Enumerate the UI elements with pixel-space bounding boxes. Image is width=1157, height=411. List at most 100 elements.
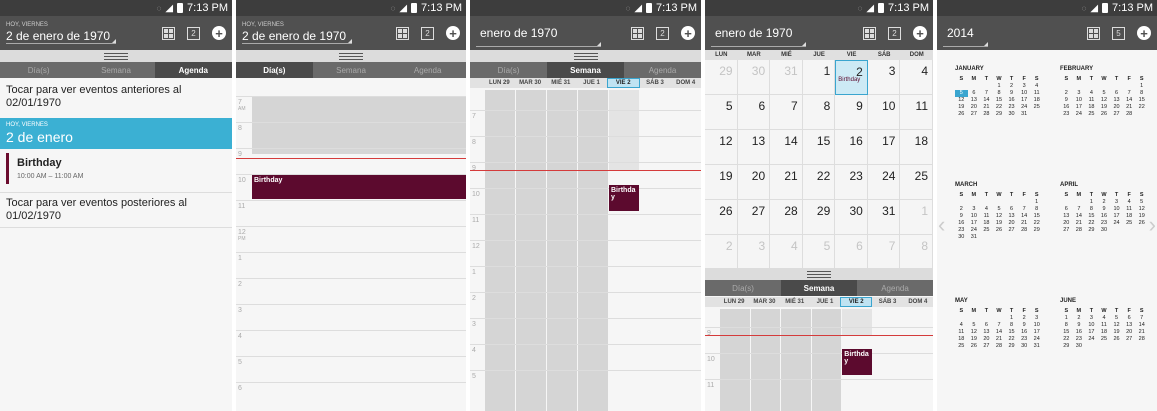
month-mini[interactable]: FEBRUARY S M T W T F S 1 2 3 4 5 6 7 8 9 10 11 12 13 14 15 16 17… bbox=[1060, 66, 1148, 118]
month-day-cell[interactable]: 1 bbox=[900, 200, 933, 235]
month-day-cell[interactable]: 31 bbox=[770, 60, 803, 95]
month-day-cell[interactable]: 14 bbox=[770, 130, 803, 165]
week-day-header[interactable]: VIE 2 bbox=[606, 78, 640, 88]
month-day-cell[interactable]: 27 bbox=[737, 200, 771, 235]
month-day-cell[interactable]: 1 bbox=[802, 60, 836, 95]
month-day-cell[interactable]: 8 bbox=[802, 95, 836, 130]
week-day-header[interactable]: SÁB 3 bbox=[872, 297, 902, 307]
month-day-cell[interactable]: 18 bbox=[900, 130, 933, 165]
month-day-cell[interactable]: 30 bbox=[835, 200, 868, 235]
add-event-icon[interactable]: + bbox=[913, 26, 927, 40]
month-day-cell[interactable]: 7 bbox=[770, 95, 803, 130]
date-selector[interactable]: HOY, VIERNES 2 de enero de 1970 bbox=[242, 22, 353, 44]
month-day-cell[interactable]: 30 bbox=[737, 60, 771, 95]
drag-handle[interactable] bbox=[705, 268, 933, 280]
week-day-header[interactable]: MAR 30 bbox=[515, 78, 546, 88]
month-day-cell[interactable]: 5 bbox=[705, 95, 738, 130]
prev-year-arrow-icon[interactable]: ‹ bbox=[938, 212, 945, 238]
month-day-cell[interactable]: 4 bbox=[900, 60, 933, 95]
week-day-header[interactable]: VIE 2 bbox=[840, 297, 873, 307]
today-icon[interactable]: 2 bbox=[888, 26, 901, 40]
today-icon[interactable]: 2 bbox=[656, 26, 669, 40]
tab-days[interactable]: Día(s) bbox=[236, 62, 313, 78]
month-day-cell[interactable]: 3 bbox=[737, 235, 771, 270]
month-day-cell[interactable]: 2 Birthday bbox=[835, 60, 868, 95]
week-day-header[interactable]: LUN 29 bbox=[484, 78, 515, 88]
add-event-icon[interactable]: + bbox=[212, 26, 226, 40]
month-day-cell[interactable]: 7 bbox=[867, 235, 901, 270]
view-grid-icon[interactable] bbox=[863, 26, 876, 40]
month-day-cell[interactable]: 4 bbox=[770, 235, 803, 270]
month-day-cell[interactable]: 31 bbox=[867, 200, 901, 235]
date-selector[interactable]: HOY, VIERNES 2 de enero de 1970 bbox=[6, 22, 117, 44]
event-block[interactable]: Birthda y bbox=[609, 185, 639, 211]
month-day-cell[interactable]: 6 bbox=[737, 95, 771, 130]
tab-agenda[interactable]: Agenda bbox=[857, 280, 933, 296]
week-timeline[interactable]: 7 8 9 10 11 12 1 2 3 4 5 Birthda y bbox=[470, 90, 701, 411]
next-year-arrow-icon[interactable]: › bbox=[1149, 212, 1156, 238]
add-event-icon[interactable]: + bbox=[681, 26, 695, 40]
month-day-cell[interactable]: 5 bbox=[802, 235, 836, 270]
date-selector[interactable]: enero de 1970 bbox=[476, 20, 602, 47]
month-day-cell[interactable]: 29 bbox=[705, 60, 738, 95]
tab-days[interactable]: Día(s) bbox=[0, 62, 77, 78]
today-icon[interactable]: 2 bbox=[187, 26, 200, 40]
event-item[interactable]: Birthday 10:00 AM – 11:00 AM bbox=[6, 153, 232, 184]
month-day-cell[interactable]: 23 bbox=[835, 165, 868, 200]
month-mini[interactable]: APRIL S M T W T F S 1 2 3 4 5 6 7 8 9 10 11 12 13 14 15 16 17 18 1… bbox=[1060, 182, 1148, 234]
add-event-icon[interactable]: + bbox=[1137, 26, 1151, 40]
month-day-cell[interactable]: 26 bbox=[705, 200, 738, 235]
week-day-header[interactable]: DOM 4 bbox=[903, 297, 933, 307]
tab-days[interactable]: Día(s) bbox=[705, 280, 781, 296]
later-events-link[interactable]: Tocar para ver eventos posteriores al 01… bbox=[0, 193, 232, 227]
week-day-header[interactable]: MIÉ 31 bbox=[780, 297, 810, 307]
month-day-cell[interactable]: 29 bbox=[802, 200, 836, 235]
month-day-cell[interactable]: 19 bbox=[705, 165, 738, 200]
tab-agenda[interactable]: Agenda bbox=[389, 62, 466, 78]
earlier-events-link[interactable]: Tocar para ver eventos anteriores al 02/… bbox=[0, 80, 232, 114]
month-day-cell[interactable]: 15 bbox=[802, 130, 836, 165]
tab-week[interactable]: Semana bbox=[781, 280, 857, 296]
date-selector[interactable]: enero de 1970 bbox=[711, 20, 807, 47]
month-day-cell[interactable]: 9 bbox=[835, 95, 868, 130]
month-day-cell[interactable]: 8 bbox=[900, 235, 933, 270]
week-day-header[interactable]: LUN 29 bbox=[719, 297, 749, 307]
week-day-header[interactable]: JUE 1 bbox=[810, 297, 840, 307]
month-mini[interactable]: MARCH S M T W T F S 1 2 3 4 5 6 7 8 9 10 11 12 13 14 15 16 17 18 1… bbox=[955, 182, 1043, 241]
week-day-header[interactable]: JUE 1 bbox=[576, 78, 607, 88]
today-icon[interactable]: 5 bbox=[1112, 26, 1125, 40]
month-day-cell[interactable]: 25 bbox=[900, 165, 933, 200]
month-day-cell[interactable]: 3 bbox=[867, 60, 901, 95]
event-block[interactable]: Birthda y bbox=[842, 349, 872, 375]
tab-days[interactable]: Día(s) bbox=[470, 62, 547, 78]
tab-week[interactable]: Semana bbox=[313, 62, 390, 78]
month-day-cell[interactable]: 16 bbox=[835, 130, 868, 165]
month-day-cell[interactable]: 24 bbox=[867, 165, 901, 200]
day-timeline[interactable]: 7 AM 8 9 10 11 12 PM 1 2 3 4 5 6 Birthday bbox=[236, 80, 466, 411]
drag-handle[interactable] bbox=[236, 50, 466, 62]
tab-agenda[interactable]: Agenda bbox=[154, 62, 232, 78]
view-grid-icon[interactable] bbox=[396, 26, 409, 40]
week-day-header[interactable]: DOM 4 bbox=[670, 78, 701, 88]
drag-handle[interactable] bbox=[0, 50, 232, 62]
tab-week[interactable]: Semana bbox=[547, 62, 624, 78]
month-day-cell[interactable]: 11 bbox=[900, 95, 933, 130]
week-day-header[interactable]: MAR 30 bbox=[749, 297, 779, 307]
add-event-icon[interactable]: + bbox=[446, 26, 460, 40]
week-timeline[interactable]: 9 10 11 Birthda y bbox=[705, 309, 933, 411]
view-grid-icon[interactable] bbox=[1087, 26, 1100, 40]
drag-handle[interactable] bbox=[470, 50, 701, 62]
month-mini[interactable]: MAY S M T W T F S 1 2 3 4 5 6 7 8 9 10 11 12 13 14 15 16 17 18 19 2… bbox=[955, 298, 1043, 350]
month-day-cell[interactable]: 20 bbox=[737, 165, 771, 200]
month-day-cell[interactable]: 6 bbox=[835, 235, 868, 270]
month-day-cell[interactable]: 21 bbox=[770, 165, 803, 200]
month-mini[interactable]: JUNE S M T W T F S 1 2 3 4 5 6 7 8 9 10 11 12 13 14 15 16 17 18 19… bbox=[1060, 298, 1148, 350]
month-day-cell[interactable]: 22 bbox=[802, 165, 836, 200]
today-icon[interactable]: 2 bbox=[421, 26, 434, 40]
event-block[interactable]: Birthday bbox=[252, 175, 466, 199]
month-mini[interactable]: JANUARY S M T W T F S 1 2 3 4 5 6 7 8 9 10 11 12 13 14 15 16 17 1… bbox=[955, 66, 1043, 118]
week-day-header[interactable]: SÁB 3 bbox=[640, 78, 671, 88]
year-selector[interactable]: 2014 bbox=[943, 20, 988, 47]
month-day-cell[interactable]: 28 bbox=[770, 200, 803, 235]
view-grid-icon[interactable] bbox=[631, 26, 644, 40]
